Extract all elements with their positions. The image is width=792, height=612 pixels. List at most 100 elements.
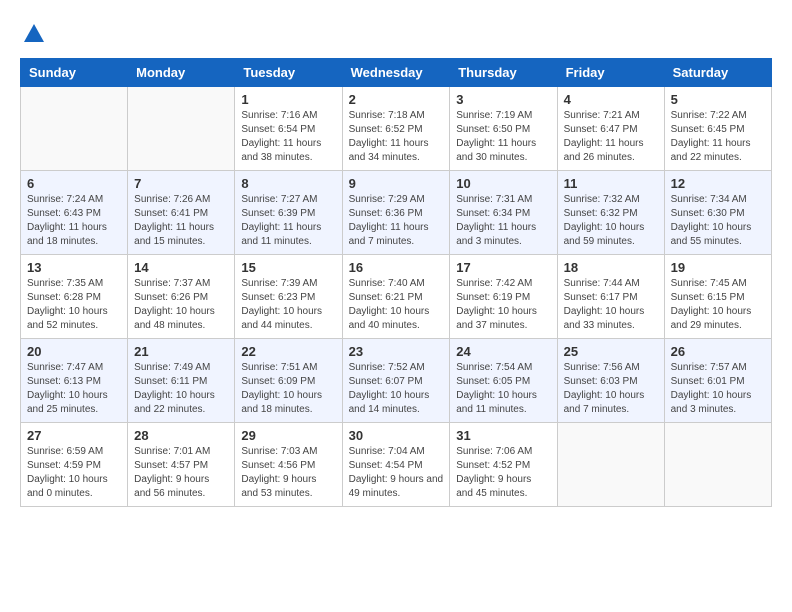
calendar-day-cell: 15 Sunrise: 7:39 AMSunset: 6:23 PMDayligh… [235, 255, 342, 339]
logo-icon [20, 20, 48, 48]
day-info: Sunrise: 7:45 AMSunset: 6:15 PMDaylight:… [671, 277, 765, 333]
calendar-day-cell: 11 Sunrise: 7:32 AMSunset: 6:32 PMDayligh… [557, 171, 664, 255]
day-info: Sunrise: 7:44 AMSunset: 6:17 PMDaylight:… [564, 277, 658, 333]
day-info: Sunrise: 7:27 AMSunset: 6:39 PMDaylight:… [241, 193, 335, 249]
day-info: Sunrise: 7:16 AMSunset: 6:54 PMDaylight:… [241, 109, 335, 165]
day-info: Sunrise: 7:42 AMSunset: 6:19 PMDaylight:… [456, 277, 550, 333]
day-info: Sunrise: 7:35 AMSunset: 6:28 PMDaylight:… [27, 277, 121, 333]
day-number: 11 [564, 176, 658, 191]
calendar-day-cell: 4Sunrise: 7:21 AMSunset: 6:47 PMDaylight… [557, 87, 664, 171]
day-number: 23 [349, 344, 444, 359]
day-info: Sunrise: 7:57 AMSunset: 6:01 PMDaylight:… [671, 361, 765, 417]
calendar: SundayMondayTuesdayWednesdayThursdayFrid… [20, 58, 772, 507]
weekday-header: Thursday [450, 59, 557, 87]
calendar-day-cell: 27Sunrise: 6:59 AMSunset: 4:59 PMDayligh… [21, 423, 128, 507]
calendar-day-cell: 22 Sunrise: 7:51 AMSunset: 6:09 PMDayligh… [235, 339, 342, 423]
calendar-day-cell: 30 Sunrise: 7:04 AMSunset: 4:54 PMDayligh… [342, 423, 450, 507]
calendar-week-row: 27Sunrise: 6:59 AMSunset: 4:59 PMDayligh… [21, 423, 772, 507]
calendar-day-cell: 23 Sunrise: 7:52 AMSunset: 6:07 PMDayligh… [342, 339, 450, 423]
weekday-header: Saturday [664, 59, 771, 87]
day-info: Sunrise: 7:31 AMSunset: 6:34 PMDaylight:… [456, 193, 550, 249]
day-info: Sunrise: 6:59 AMSunset: 4:59 PMDaylight:… [27, 445, 121, 501]
day-info: Sunrise: 7:19 AMSunset: 6:50 PMDaylight:… [456, 109, 550, 165]
day-number: 31 [456, 428, 550, 443]
calendar-day-cell [557, 423, 664, 507]
day-number: 22 [241, 344, 335, 359]
calendar-week-row: 1Sunrise: 7:16 AMSunset: 6:54 PMDaylight… [21, 87, 772, 171]
day-number: 28 [134, 428, 228, 443]
logo [20, 20, 52, 48]
day-info: Sunrise: 7:49 AMSunset: 6:11 PMDaylight:… [134, 361, 228, 417]
day-number: 24 [456, 344, 550, 359]
calendar-day-cell [664, 423, 771, 507]
day-number: 19 [671, 260, 765, 275]
day-number: 12 [671, 176, 765, 191]
day-number: 26 [671, 344, 765, 359]
day-number: 10 [456, 176, 550, 191]
calendar-day-cell: 17 Sunrise: 7:42 AMSunset: 6:19 PMDayligh… [450, 255, 557, 339]
calendar-day-cell: 6 Sunrise: 7:24 AMSunset: 6:43 PMDaylight… [21, 171, 128, 255]
day-info: Sunrise: 7:40 AMSunset: 6:21 PMDaylight:… [349, 277, 444, 333]
day-number: 15 [241, 260, 335, 275]
day-info: Sunrise: 7:29 AMSunset: 6:36 PMDaylight:… [349, 193, 444, 249]
calendar-day-cell: 13 Sunrise: 7:35 AMSunset: 6:28 PMDayligh… [21, 255, 128, 339]
calendar-day-cell: 3 Sunrise: 7:19 AMSunset: 6:50 PMDaylight… [450, 87, 557, 171]
weekday-header-row: SundayMondayTuesdayWednesdayThursdayFrid… [21, 59, 772, 87]
day-info: Sunrise: 7:39 AMSunset: 6:23 PMDaylight:… [241, 277, 335, 333]
day-number: 30 [349, 428, 444, 443]
day-info: Sunrise: 7:47 AMSunset: 6:13 PMDaylight:… [27, 361, 121, 417]
day-number: 4 [564, 92, 658, 107]
day-info: Sunrise: 7:03 AMSunset: 4:56 PMDaylight:… [241, 445, 335, 501]
day-number: 7 [134, 176, 228, 191]
page-header [20, 20, 772, 48]
day-info: Sunrise: 7:26 AMSunset: 6:41 PMDaylight:… [134, 193, 228, 249]
day-info: Sunrise: 7:51 AMSunset: 6:09 PMDaylight:… [241, 361, 335, 417]
calendar-week-row: 20 Sunrise: 7:47 AMSunset: 6:13 PMDayligh… [21, 339, 772, 423]
day-info: Sunrise: 7:04 AMSunset: 4:54 PMDaylight:… [349, 445, 444, 501]
calendar-day-cell: 28Sunrise: 7:01 AMSunset: 4:57 PMDayligh… [128, 423, 235, 507]
day-info: Sunrise: 7:06 AMSunset: 4:52 PMDaylight:… [456, 445, 550, 501]
calendar-day-cell: 26 Sunrise: 7:57 AMSunset: 6:01 PMDayligh… [664, 339, 771, 423]
day-info: Sunrise: 7:24 AMSunset: 6:43 PMDaylight:… [27, 193, 121, 249]
day-info: Sunrise: 7:54 AMSunset: 6:05 PMDaylight:… [456, 361, 550, 417]
calendar-day-cell: 7 Sunrise: 7:26 AMSunset: 6:41 PMDaylight… [128, 171, 235, 255]
day-number: 9 [349, 176, 444, 191]
weekday-header: Sunday [21, 59, 128, 87]
day-number: 8 [241, 176, 335, 191]
day-number: 17 [456, 260, 550, 275]
weekday-header: Monday [128, 59, 235, 87]
day-info: Sunrise: 7:22 AMSunset: 6:45 PMDaylight:… [671, 109, 765, 165]
day-info: Sunrise: 7:56 AMSunset: 6:03 PMDaylight:… [564, 361, 658, 417]
calendar-week-row: 6 Sunrise: 7:24 AMSunset: 6:43 PMDaylight… [21, 171, 772, 255]
calendar-day-cell: 18 Sunrise: 7:44 AMSunset: 6:17 PMDayligh… [557, 255, 664, 339]
day-number: 2 [349, 92, 444, 107]
day-number: 20 [27, 344, 121, 359]
calendar-day-cell: 29Sunrise: 7:03 AMSunset: 4:56 PMDayligh… [235, 423, 342, 507]
day-number: 14 [134, 260, 228, 275]
calendar-day-cell: 12Sunrise: 7:34 AMSunset: 6:30 PMDayligh… [664, 171, 771, 255]
day-number: 18 [564, 260, 658, 275]
weekday-header: Tuesday [235, 59, 342, 87]
calendar-day-cell: 5Sunrise: 7:22 AMSunset: 6:45 PMDaylight… [664, 87, 771, 171]
calendar-day-cell: 31 Sunrise: 7:06 AMSunset: 4:52 PMDayligh… [450, 423, 557, 507]
day-info: Sunrise: 7:52 AMSunset: 6:07 PMDaylight:… [349, 361, 444, 417]
calendar-week-row: 13 Sunrise: 7:35 AMSunset: 6:28 PMDayligh… [21, 255, 772, 339]
day-info: Sunrise: 7:18 AMSunset: 6:52 PMDaylight:… [349, 109, 444, 165]
day-number: 25 [564, 344, 658, 359]
day-number: 6 [27, 176, 121, 191]
day-number: 3 [456, 92, 550, 107]
calendar-day-cell: 24 Sunrise: 7:54 AMSunset: 6:05 PMDayligh… [450, 339, 557, 423]
day-info: Sunrise: 7:32 AMSunset: 6:32 PMDaylight:… [564, 193, 658, 249]
weekday-header: Friday [557, 59, 664, 87]
day-number: 13 [27, 260, 121, 275]
day-number: 21 [134, 344, 228, 359]
calendar-day-cell: 10 Sunrise: 7:31 AMSunset: 6:34 PMDayligh… [450, 171, 557, 255]
calendar-day-cell: 1Sunrise: 7:16 AMSunset: 6:54 PMDaylight… [235, 87, 342, 171]
day-info: Sunrise: 7:37 AMSunset: 6:26 PMDaylight:… [134, 277, 228, 333]
calendar-day-cell: 20 Sunrise: 7:47 AMSunset: 6:13 PMDayligh… [21, 339, 128, 423]
calendar-day-cell: 2 Sunrise: 7:18 AMSunset: 6:52 PMDaylight… [342, 87, 450, 171]
weekday-header: Wednesday [342, 59, 450, 87]
calendar-day-cell: 21 Sunrise: 7:49 AMSunset: 6:11 PMDayligh… [128, 339, 235, 423]
calendar-day-cell: 8 Sunrise: 7:27 AMSunset: 6:39 PMDaylight… [235, 171, 342, 255]
calendar-day-cell: 9 Sunrise: 7:29 AMSunset: 6:36 PMDaylight… [342, 171, 450, 255]
